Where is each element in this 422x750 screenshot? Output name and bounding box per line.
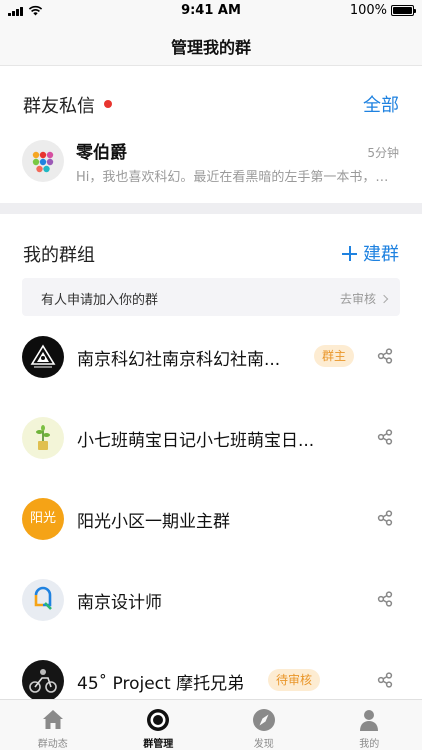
message-preview: Hi，我也喜欢科幻。最近在看黑暗的左手第一本书，感觉很棒 (76, 170, 399, 185)
status-bar: 9:41 AM 100% (0, 0, 422, 22)
share-icon[interactable] (377, 591, 393, 607)
tab-label: 我的 (359, 739, 380, 750)
avatar (22, 660, 64, 702)
group-name: 南京设计师 (77, 593, 162, 613)
avatar (22, 417, 64, 459)
battery-percent: 100% (349, 3, 387, 18)
messages-header: 群友私信 全部 (0, 89, 422, 119)
share-icon[interactable] (377, 510, 393, 526)
avatar (22, 336, 64, 378)
chevron-right-icon (379, 294, 389, 303)
share-icon[interactable] (377, 672, 393, 688)
view-all-button[interactable]: 全部 (363, 91, 399, 117)
group-name: 45˚ Project 摩托兄弟 (77, 674, 245, 694)
battery-indicator: 100% (349, 3, 416, 18)
group-name: 阳光小区一期业主群 (77, 512, 230, 532)
group-item[interactable]: 南京设计师 (0, 567, 422, 633)
group-name: 南京科幻社南京科幻社南... (77, 350, 281, 370)
groups-title: 我的群组 (23, 245, 95, 266)
avatar (22, 579, 64, 621)
groups-header: 我的群组 建群 (0, 238, 422, 268)
avatar: 阳光 (22, 498, 64, 540)
triangle-logo-icon (30, 344, 56, 368)
page-title: 管理我的群 (170, 38, 251, 57)
navigation-bar: 管理我的群 (0, 22, 422, 66)
group-name: 小七班萌宝日记小七班萌宝日... (77, 431, 315, 451)
tab-group-feed[interactable]: 群动态 (0, 700, 106, 750)
plus-icon (342, 245, 357, 261)
join-request-banner[interactable]: 有人申请加入你的群 去审核 (22, 278, 400, 316)
pending-badge: 待审核 (268, 669, 321, 691)
dots-logo-icon (32, 151, 54, 173)
view-all-label: 全部 (363, 95, 399, 116)
tab-bar: 群动态 群管理 发现 我的 (0, 699, 422, 750)
message-item[interactable]: 零伯爵 5分钟 Hi，我也喜欢科幻。最近在看黑暗的左手第一本书，感觉很棒 (0, 135, 422, 195)
tab-discover[interactable]: 发现 (211, 700, 317, 750)
group-item[interactable]: 南京科幻社南京科幻社南... 群主 (0, 324, 422, 390)
tab-label: 群动态 (37, 739, 68, 750)
sender-name: 零伯爵 (76, 143, 127, 163)
review-link[interactable]: 去审核 (339, 290, 389, 307)
section-divider (0, 203, 422, 214)
group-item[interactable]: 小七班萌宝日记小七班萌宝日... (0, 405, 422, 471)
unread-dot (104, 100, 112, 108)
avatar (22, 140, 64, 182)
create-group-button[interactable]: 建群 (342, 240, 399, 266)
owner-badge: 群主 (314, 345, 355, 367)
target-icon (147, 709, 170, 731)
compass-icon (252, 709, 275, 731)
motorcycle-icon (29, 669, 57, 693)
messages-title: 群友私信 (23, 96, 95, 117)
join-request-text: 有人申请加入你的群 (41, 293, 159, 308)
battery-icon (391, 5, 416, 16)
plant-pot-icon (36, 425, 50, 450)
q-logo-icon (34, 586, 52, 610)
share-icon[interactable] (377, 429, 393, 445)
group-item[interactable]: 阳光 阳光小区一期业主群 (0, 486, 422, 552)
person-icon (360, 710, 379, 731)
message-time: 5分钟 (367, 146, 399, 160)
home-icon (42, 710, 63, 729)
tab-label: 发现 (253, 739, 274, 750)
review-label: 去审核 (339, 292, 376, 306)
tab-profile[interactable]: 我的 (317, 700, 422, 750)
create-group-label: 建群 (363, 244, 399, 265)
tab-label: 群管理 (143, 739, 174, 750)
share-icon[interactable] (377, 348, 393, 364)
tab-group-management[interactable]: 群管理 (106, 700, 212, 750)
